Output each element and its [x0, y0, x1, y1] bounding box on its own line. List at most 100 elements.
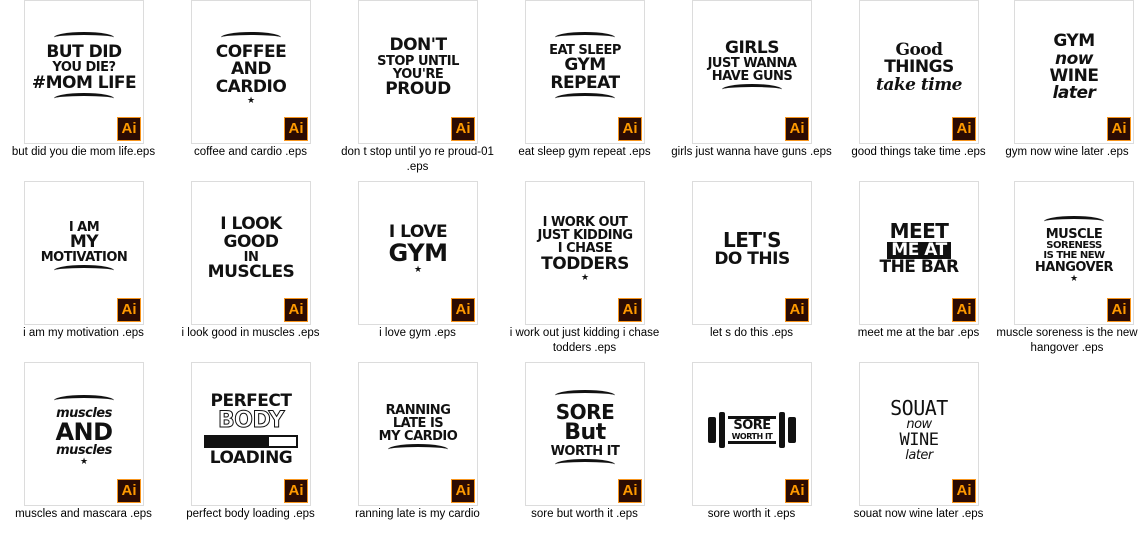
- art-text: GYM: [388, 238, 448, 267]
- file-name[interactable]: let s do this .eps: [668, 326, 835, 341]
- art-text: GOOD: [223, 231, 279, 252]
- file-item[interactable]: SORE But WORTH IT Ai sore but worth it .…: [501, 362, 668, 542]
- file-thumbnail[interactable]: MEET ME AT THE BAR Ai: [859, 181, 979, 325]
- illustrator-file-icon: Ai: [785, 117, 809, 141]
- file-name[interactable]: girls just wanna have guns .eps: [668, 145, 835, 160]
- artwork-preview: MEET ME AT THE BAR: [866, 190, 972, 308]
- illustrator-file-icon: Ai: [1107, 298, 1131, 322]
- file-thumbnail[interactable]: Good THINGS take time Ai: [859, 0, 979, 144]
- file-item[interactable]: DON'T STOP UNTIL YOU'RE PROUD Ai don t s…: [334, 0, 501, 180]
- art-text: REPEAT: [550, 72, 620, 93]
- file-thumbnail[interactable]: RANNING LATE IS MY CARDIO Ai: [358, 362, 478, 506]
- file-item[interactable]: girls JUST WANNA HAVE GUNS Ai girls just…: [668, 0, 835, 180]
- file-item[interactable]: I LOOK GOOD IN MUSCLES Ai i look good in…: [167, 181, 334, 361]
- file-thumbnail[interactable]: I LOOK GOOD IN MUSCLES Ai: [191, 181, 311, 325]
- art-text: MY CARDIO: [378, 429, 458, 445]
- file-item[interactable]: I LOVE GYM ★ Ai i love gym .eps: [334, 181, 501, 361]
- file-thumbnail[interactable]: EAT SLEEP GYM REPEAT Ai: [525, 0, 645, 144]
- artwork-preview: DON'T STOP UNTIL YOU'RE PROUD: [365, 9, 471, 127]
- file-item[interactable]: EAT SLEEP GYM REPEAT Ai eat sleep gym re…: [501, 0, 668, 180]
- file-name[interactable]: sore worth it .eps: [668, 507, 835, 522]
- file-thumbnail[interactable]: SOUAT now WINE later Ai: [859, 362, 979, 506]
- art-text: SOUAT: [890, 395, 948, 420]
- file-thumbnail[interactable]: I AM MY MOTIVATION Ai: [24, 181, 144, 325]
- file-item[interactable]: I AM MY MOTIVATION Ai i am my motivation…: [0, 181, 167, 361]
- file-thumbnail[interactable]: BUT DID YOU DIE? #MOM LIFE Ai: [24, 0, 144, 144]
- file-item[interactable]: PERFECT BODY LOADING Ai perfect body loa…: [167, 362, 334, 542]
- art-text: later: [905, 447, 933, 463]
- art-text: JUST KIDDING: [537, 228, 633, 244]
- file-thumbnail[interactable]: GYM now WINE later Ai: [1014, 0, 1134, 144]
- artwork-preview: PERFECT BODY LOADING: [198, 371, 304, 489]
- file-item[interactable]: COFFEE AND CARDIO ★ Ai coffee and cardio…: [167, 0, 334, 180]
- file-thumbnail[interactable]: girls JUST WANNA HAVE GUNS Ai: [692, 0, 812, 144]
- file-name[interactable]: i am my motivation .eps: [0, 326, 167, 341]
- file-name[interactable]: ranning late is my cardio: [334, 507, 501, 522]
- illustrator-file-icon: Ai: [785, 479, 809, 503]
- file-thumbnail[interactable]: muscles AND muscles ★ Ai: [24, 362, 144, 506]
- file-item[interactable]: SOUAT now WINE later Ai souat now wine l…: [835, 362, 1002, 542]
- artwork-preview: MUSCLE SORENESS IS THE NEW HANGOVER ★: [1021, 190, 1127, 308]
- art-text: I WORK OUT: [542, 214, 628, 230]
- artwork-preview: I LOVE GYM ★: [388, 221, 448, 275]
- art-text: JUST WANNA: [707, 55, 797, 71]
- art-text: SORE: [733, 418, 771, 434]
- file-thumbnail[interactable]: LET'S DO THIS Ai: [692, 181, 812, 325]
- file-name[interactable]: muscles and mascara .eps: [0, 507, 167, 522]
- file-thumbnail[interactable]: MUSCLE SORENESS IS THE NEW HANGOVER ★ Ai: [1014, 181, 1134, 325]
- illustrator-file-icon: Ai: [618, 117, 642, 141]
- illustrator-file-icon: Ai: [785, 298, 809, 322]
- art-text: MEET: [889, 219, 949, 244]
- illustrator-file-icon: Ai: [284, 479, 308, 503]
- file-name[interactable]: i love gym .eps: [334, 326, 501, 341]
- file-item[interactable]: LET'S DO THIS Ai let s do this .eps: [668, 181, 835, 361]
- file-thumbnail[interactable]: DON'T STOP UNTIL YOU'RE PROUD Ai: [358, 0, 478, 144]
- file-name[interactable]: souat now wine later .eps: [835, 507, 1002, 522]
- file-thumbnail[interactable]: SORE But WORTH IT Ai: [525, 362, 645, 506]
- artwork-preview: girls JUST WANNA HAVE GUNS: [699, 9, 805, 127]
- file-item[interactable]: SORE WORTH IT Ai sore worth it .eps: [668, 362, 835, 542]
- art-text: LOADING: [209, 447, 293, 468]
- file-thumbnail[interactable]: I LOVE GYM ★ Ai: [358, 181, 478, 325]
- file-name[interactable]: don t stop until yo re proud-01 .eps: [334, 145, 501, 175]
- art-text: MUSCLE: [1045, 226, 1103, 242]
- file-name[interactable]: but did you die mom life.eps: [0, 145, 167, 160]
- art-text: #MOM LIFE: [31, 72, 137, 93]
- art-text: BODY: [217, 408, 285, 434]
- file-name[interactable]: muscle soreness is the new hangover .eps: [990, 326, 1144, 356]
- file-item[interactable]: I WORK OUT JUST KIDDING I CHASE TODDERS …: [501, 181, 668, 361]
- art-text: TODDERS: [541, 253, 629, 274]
- dumbbell-icon: SORE WORTH IT: [707, 412, 797, 448]
- art-text: DON'T: [389, 35, 447, 56]
- art-text: take time: [876, 74, 963, 95]
- art-text: STOP UNTIL: [377, 53, 459, 69]
- file-name[interactable]: i work out just kidding i chase todders …: [501, 326, 668, 356]
- file-item[interactable]: GYM now WINE later Ai gym now wine later…: [977, 0, 1144, 180]
- art-text: WINE: [899, 429, 939, 450]
- file-thumbnail[interactable]: SORE WORTH IT Ai: [692, 362, 812, 506]
- file-thumbnail[interactable]: COFFEE AND CARDIO ★ Ai: [191, 0, 311, 144]
- file-item[interactable]: RANNING LATE IS MY CARDIO Ai ranning lat…: [334, 362, 501, 542]
- artwork-preview: EAT SLEEP GYM REPEAT: [532, 9, 638, 127]
- artwork-preview: I LOOK GOOD IN MUSCLES: [198, 190, 304, 308]
- artwork-preview: BUT DID YOU DIE? #MOM LIFE: [31, 9, 137, 127]
- file-name[interactable]: perfect body loading .eps: [167, 507, 334, 522]
- illustrator-file-icon: Ai: [117, 117, 141, 141]
- illustrator-file-icon: Ai: [618, 298, 642, 322]
- art-text: WORTH IT: [550, 443, 620, 459]
- illustrator-file-icon: Ai: [117, 298, 141, 322]
- file-item[interactable]: muscles AND muscles ★ Ai muscles and mas…: [0, 362, 167, 542]
- file-name[interactable]: gym now wine later .eps: [990, 145, 1144, 160]
- illustrator-file-icon: Ai: [284, 298, 308, 322]
- file-name[interactable]: coffee and cardio .eps: [167, 145, 334, 160]
- file-name[interactable]: sore but worth it .eps: [501, 507, 668, 522]
- art-text: BUT DID: [46, 42, 122, 63]
- file-thumbnail[interactable]: PERFECT BODY LOADING Ai: [191, 362, 311, 506]
- file-thumbnail[interactable]: I WORK OUT JUST KIDDING I CHASE TODDERS …: [525, 181, 645, 325]
- file-name[interactable]: i look good in muscles .eps: [167, 326, 334, 341]
- file-name[interactable]: eat sleep gym repeat .eps: [501, 145, 668, 160]
- illustrator-file-icon: Ai: [618, 479, 642, 503]
- file-item[interactable]: MUSCLE SORENESS IS THE NEW HANGOVER ★ Ai…: [977, 181, 1144, 361]
- file-item[interactable]: BUT DID YOU DIE? #MOM LIFE Ai but did yo…: [0, 0, 167, 180]
- artwork-preview: GYM now WINE later: [1021, 9, 1127, 127]
